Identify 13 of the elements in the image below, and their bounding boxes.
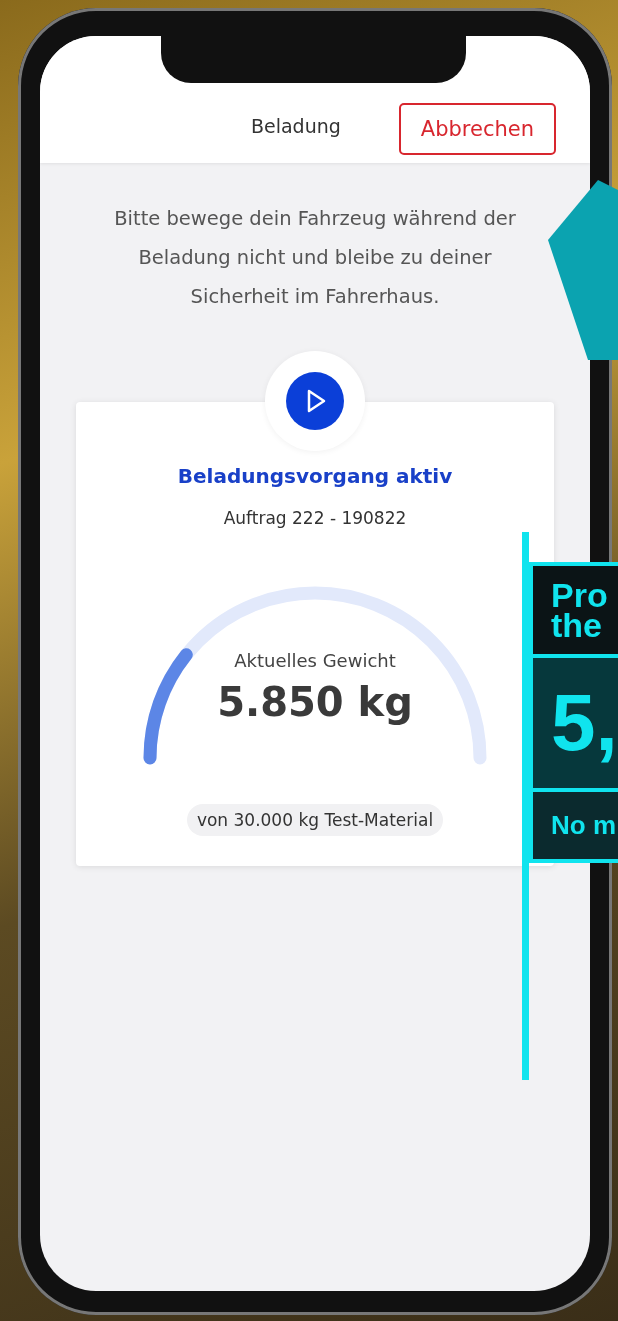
promo-footer: No m: [533, 792, 618, 859]
status-text: Beladungsvorgang aktiv: [177, 464, 453, 488]
instruction-text: Bitte bewege dein Fahrzeug während der Beladung nicht und bleibe zu deiner Sicherheit im Fahrerhaus.: [113, 206, 517, 310]
play-icon[interactable]: [286, 372, 344, 430]
page-title: Beladung: [250, 115, 341, 137]
promo-headline: the: [551, 610, 602, 640]
cancel-button[interactable]: Abbrechen: [398, 103, 556, 155]
weight-value: 5.850 kg: [217, 679, 413, 725]
promo-headline: Pro: [551, 580, 609, 610]
promo-figure: 5,: [533, 658, 618, 788]
order-text: Auftrag 222 - 190822: [223, 508, 407, 528]
weight-label: Aktuelles Gewicht: [234, 650, 396, 671]
target-chip: von 30.000 kg Test-Material: [186, 804, 444, 836]
